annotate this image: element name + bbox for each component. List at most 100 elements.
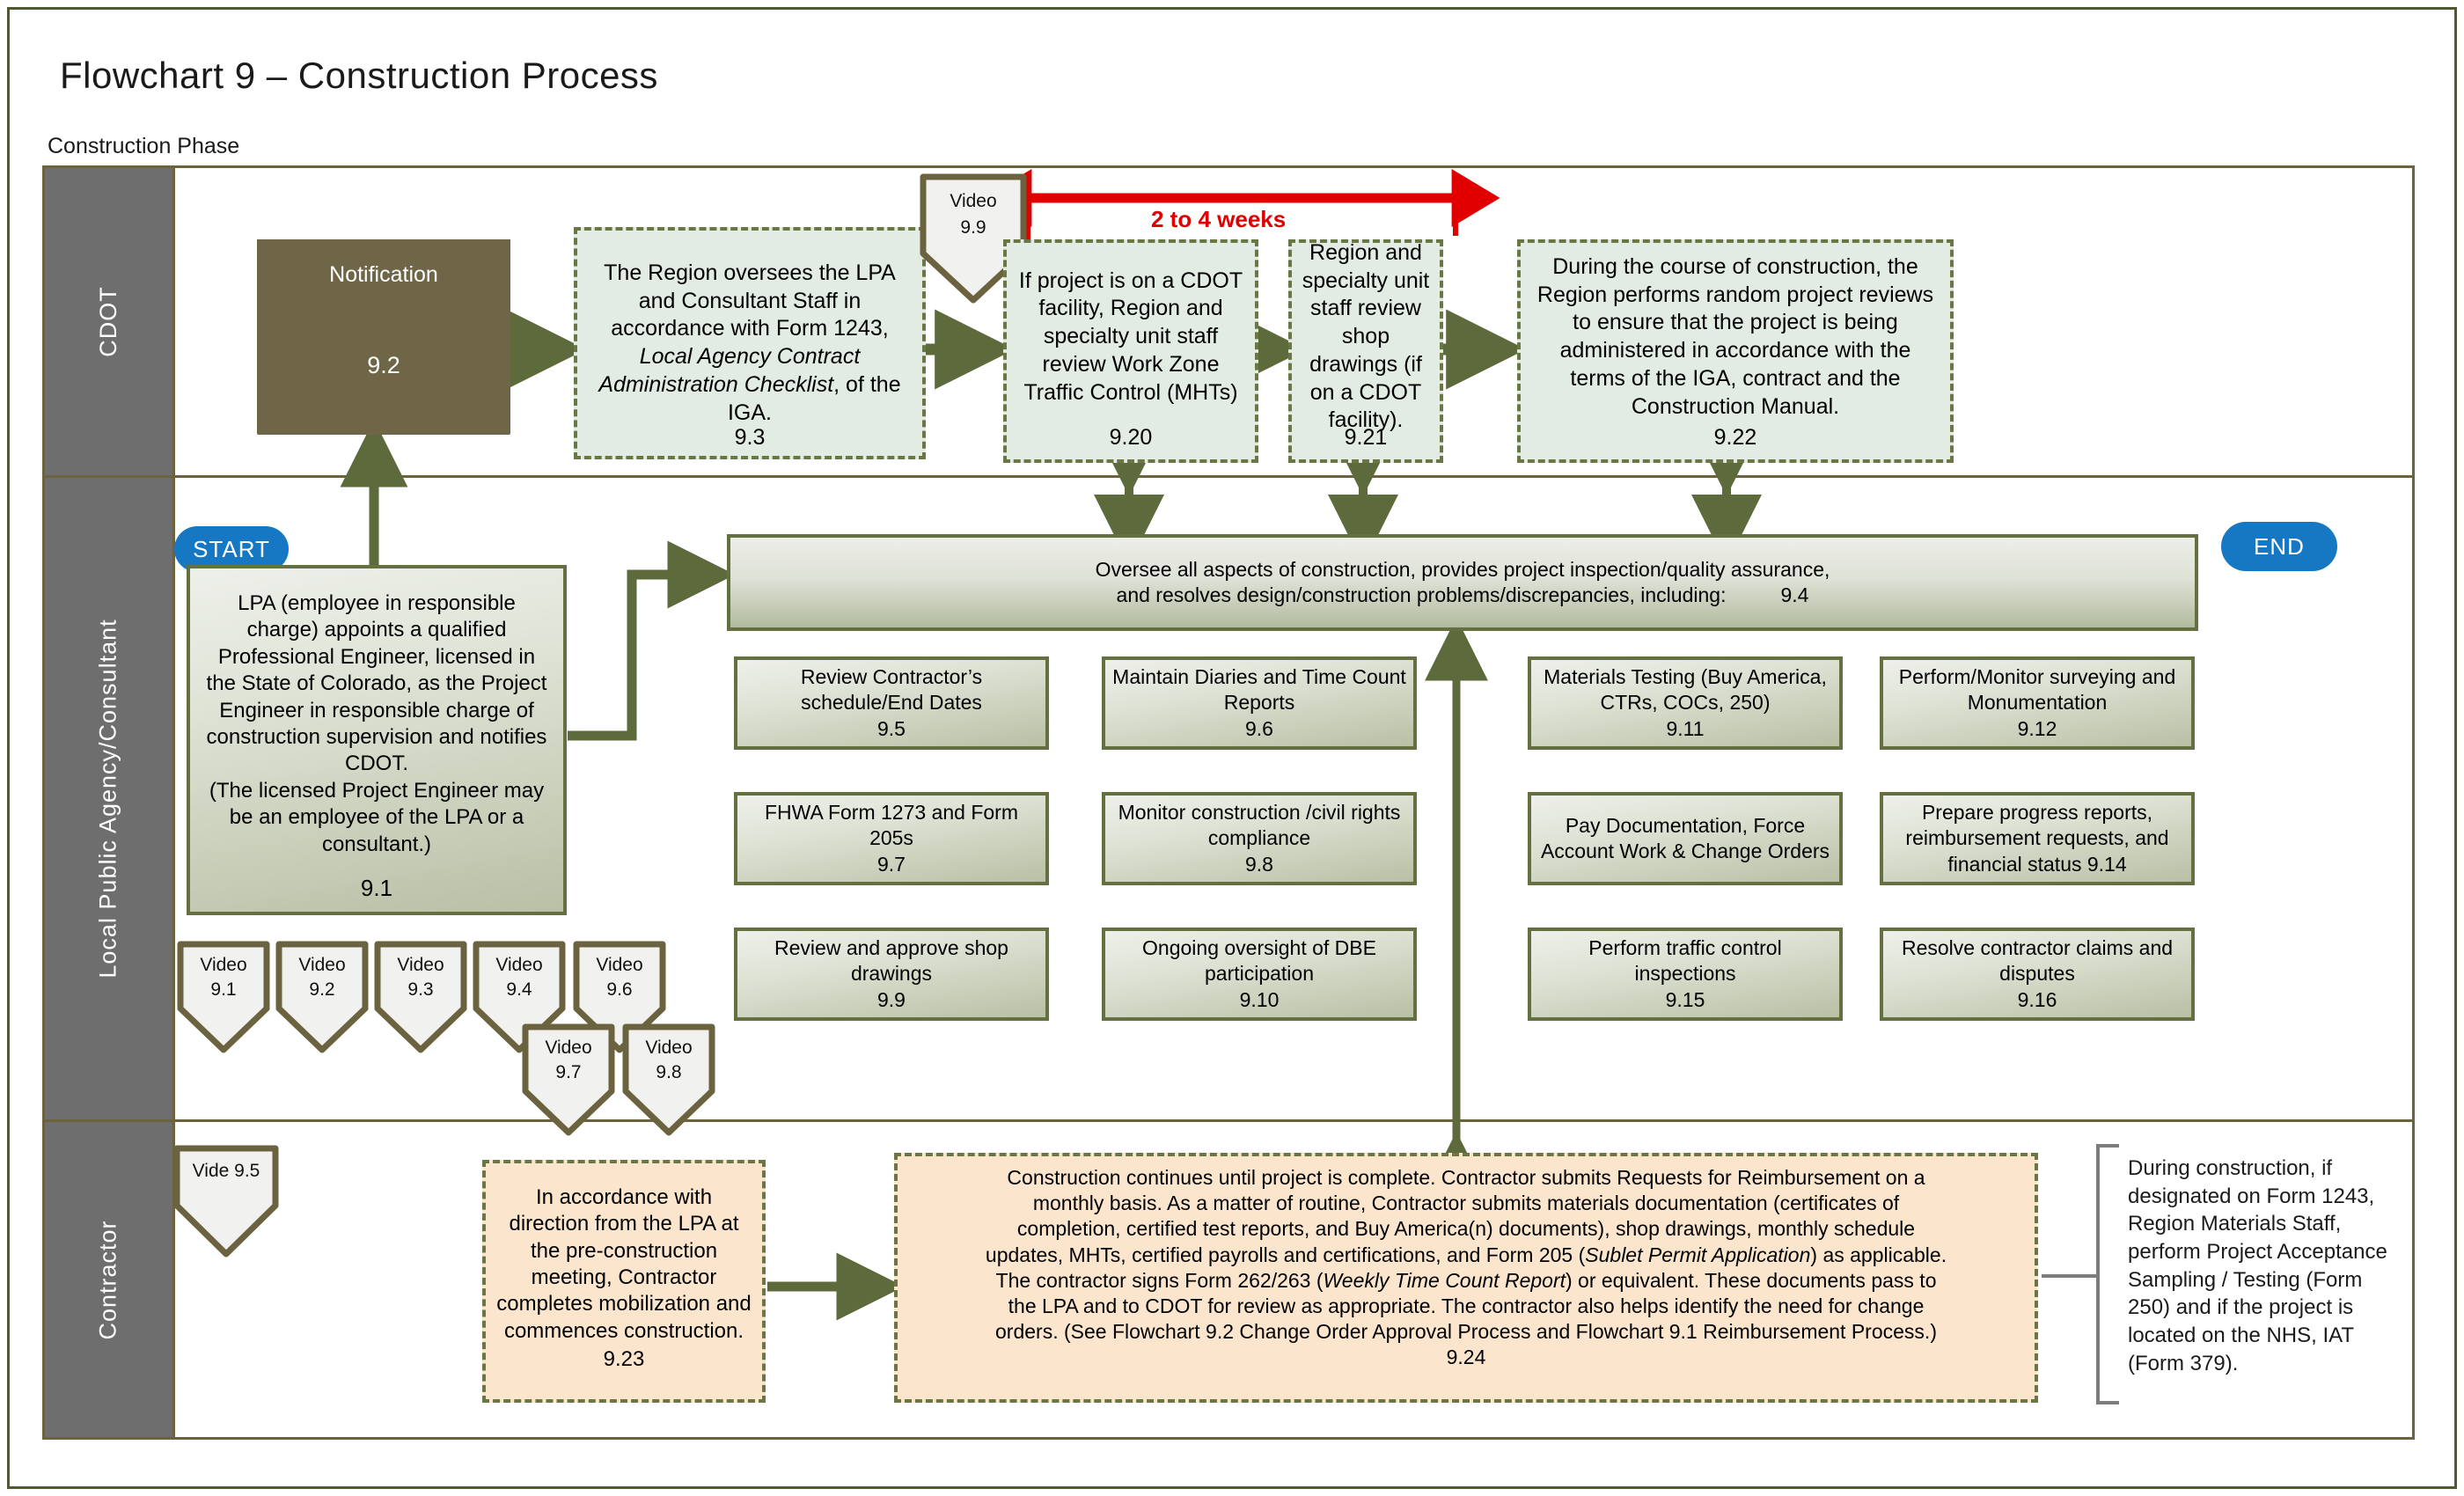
video-9-3-number: 9.3: [407, 979, 434, 1000]
process-9-24-l3: completion, certified test reports, and …: [1016, 1217, 1916, 1241]
video-9-8-label: Video: [645, 1038, 693, 1058]
task-9-5-number: 9.5: [877, 716, 906, 740]
duration-label: 2 to 4 weeks: [1151, 206, 1287, 232]
notification-document-9-2[interactable]: Notification 9.2: [257, 239, 510, 435]
notification-label: Notification: [329, 262, 438, 287]
task-9-6-number: 9.6: [1245, 716, 1273, 740]
video-9-2-number: 9.2: [309, 979, 335, 1000]
process-9-24-l4i: Sublet Permit Application: [1585, 1243, 1811, 1266]
task-box-9-9[interactable]: Review and approve shop drawings 9.9: [734, 928, 1049, 1021]
video-9-4-label: Video: [495, 955, 543, 975]
process-9-24-l5b: ) or equivalent. These documents pass to: [1566, 1268, 1937, 1292]
process-9-20-number: 9.20: [1109, 425, 1153, 451]
task-9-8-text: Monitor construction /civil rights compl…: [1118, 801, 1401, 850]
task-9-8-number: 9.8: [1245, 852, 1273, 876]
task-9-5-text: Review Contractor’s schedule/End Dates: [800, 665, 983, 715]
process-9-3-line1: The Region oversees the LPA: [604, 260, 896, 285]
process-9-24-l5a: The contractor signs Form 262/263 (: [995, 1268, 1324, 1292]
task-box-9-16[interactable]: Resolve contractor claims and disputes 9…: [1880, 928, 2195, 1021]
task-9-9-number: 9.9: [877, 987, 906, 1011]
process-9-20[interactable]: If project is on a CDOT facility, Region…: [1003, 239, 1258, 463]
process-9-21-number: 9.21: [1344, 425, 1388, 451]
video-badge-9-7[interactable]: Video 9.7: [521, 1023, 616, 1137]
task-9-7-number: 9.7: [877, 852, 906, 876]
task-box-9-15[interactable]: Perform traffic control inspections 9.15: [1528, 928, 1843, 1021]
process-9-24-l2: monthly basis. As a matter of routine, C…: [1032, 1192, 1900, 1215]
video-9-4-number: 9.4: [506, 979, 532, 1000]
side-note-text: During construction, if designated on Fo…: [2128, 1156, 2387, 1375]
task-9-11-number: 9.11: [1666, 716, 1705, 740]
process-9-3-number: 9.3: [734, 425, 766, 451]
start-badge-label: START: [193, 535, 270, 562]
video-9-6-label: Video: [596, 955, 643, 975]
task-9-15-text: Perform traffic control inspections: [1588, 936, 1782, 986]
task-box-9-8[interactable]: Monitor construction /civil rights compl…: [1102, 792, 1417, 885]
process-9-22[interactable]: During the course of construction, the R…: [1517, 239, 1954, 463]
lane-label-lpa: Local Public Agency/Consultant: [95, 619, 121, 979]
task-9-16-number: 9.16: [2017, 987, 2057, 1011]
video-badge-9-8[interactable]: Video 9.8: [621, 1023, 716, 1137]
process-9-4-line2: and resolves design/construction problem…: [1116, 583, 1727, 606]
video-badge-9-9-label: Video: [950, 191, 997, 211]
process-9-3-line3: accordance with Form 1243,: [611, 316, 889, 341]
video-badge-9-5[interactable]: Vide 9.5: [172, 1144, 280, 1258]
video-9-1-number: 9.1: [210, 979, 237, 1000]
task-9-12-number: 9.12: [2017, 716, 2057, 740]
process-9-1-number: 9.1: [360, 874, 393, 901]
task-box-9-13[interactable]: Pay Documentation, Force Account Work & …: [1528, 792, 1843, 885]
task-box-9-12[interactable]: Perform/Monitor surveying and Monumentat…: [1880, 656, 2195, 750]
task-9-10-number: 9.10: [1239, 987, 1280, 1011]
video-badge-9-2[interactable]: Video 9.2: [275, 940, 370, 1054]
notification-number: 9.2: [367, 352, 400, 378]
process-9-21-text: Region and specialty unit staff review s…: [1302, 239, 1430, 433]
task-box-9-5[interactable]: Review Contractor’s schedule/End Dates 9…: [734, 656, 1049, 750]
video-badge-9-9-number: 9.9: [960, 217, 986, 238]
process-9-3-italic1: Local Agency Contract: [639, 344, 861, 369]
process-9-4[interactable]: Oversee all aspects of construction, pro…: [727, 534, 2198, 631]
task-9-10-text: Ongoing oversight of DBE participation: [1142, 936, 1376, 986]
process-9-1[interactable]: LPA (employee in responsible charge) app…: [187, 565, 567, 915]
end-badge[interactable]: END: [2221, 522, 2337, 571]
process-9-21[interactable]: Region and specialty unit staff review s…: [1288, 239, 1443, 463]
task-9-9-text: Review and approve shop drawings: [774, 936, 1008, 986]
process-9-3-italic2: Administration Checklist: [598, 371, 834, 397]
process-9-22-text: During the course of construction, the R…: [1536, 253, 1934, 419]
process-9-24-l4b: ) as applicable.: [1810, 1243, 1947, 1266]
video-9-7-label: Video: [545, 1038, 592, 1058]
task-box-9-11[interactable]: Materials Testing (Buy America, CTRs, CO…: [1528, 656, 1843, 750]
process-9-24-l7: orders. (See Flowchart 9.2 Change Order …: [995, 1320, 1937, 1344]
process-9-1-text: LPA (employee in responsible charge) app…: [206, 590, 547, 856]
page-title: Flowchart 9 – Construction Process: [60, 55, 658, 96]
process-9-3[interactable]: The Region oversees the LPA and Consulta…: [574, 227, 926, 459]
video-9-2-label: Video: [298, 955, 346, 975]
video-9-1-label: Video: [200, 955, 247, 975]
process-9-23-text: In accordance with direction from the LP…: [496, 1184, 752, 1343]
task-9-11-text: Materials Testing (Buy America, CTRs, CO…: [1544, 665, 1827, 715]
process-9-22-number: 9.22: [1713, 425, 1757, 451]
task-9-6-text: Maintain Diaries and Time Count Reports: [1112, 665, 1406, 715]
process-9-23[interactable]: In accordance with direction from the LP…: [482, 1160, 766, 1403]
process-9-4-number: 9.4: [1780, 583, 1809, 606]
side-note-bracket-stub: [2042, 1274, 2098, 1278]
process-9-3-line5: IGA.: [727, 400, 772, 425]
task-box-9-10[interactable]: Ongoing oversight of DBE participation 9…: [1102, 928, 1417, 1021]
task-box-9-6[interactable]: Maintain Diaries and Time Count Reports …: [1102, 656, 1417, 750]
process-9-24-l4a: updates, MHTs, certified payrolls and ce…: [985, 1243, 1586, 1266]
lane-header-cdot: CDOT: [45, 168, 175, 475]
phase-subtitle: Construction Phase: [48, 134, 240, 158]
video-badge-9-3[interactable]: Video 9.3: [373, 940, 468, 1054]
video-9-6-number: 9.6: [606, 979, 633, 1000]
task-9-14-text: Prepare progress reports, reimbursement …: [1905, 801, 2169, 876]
process-9-20-text: If project is on a CDOT facility, Region…: [1018, 268, 1243, 405]
flowchart-canvas: Flowchart 9 – Construction Process Const…: [0, 0, 2464, 1496]
video-9-7-number: 9.7: [555, 1062, 582, 1082]
task-box-9-14[interactable]: Prepare progress reports, reimbursement …: [1880, 792, 2195, 885]
process-9-23-number: 9.23: [603, 1346, 645, 1371]
end-badge-label: END: [2254, 532, 2305, 560]
task-box-9-7[interactable]: FHWA Form 1273 and Form 205s 9.7: [734, 792, 1049, 885]
lane-label-cdot: CDOT: [95, 286, 121, 357]
process-9-24-number: 9.24: [1446, 1346, 1486, 1369]
process-9-24-l5i: Weekly Time Count Report: [1323, 1268, 1566, 1292]
process-9-24[interactable]: Construction continues until project is …: [894, 1153, 2038, 1403]
video-badge-9-1[interactable]: Video 9.1: [176, 940, 271, 1054]
